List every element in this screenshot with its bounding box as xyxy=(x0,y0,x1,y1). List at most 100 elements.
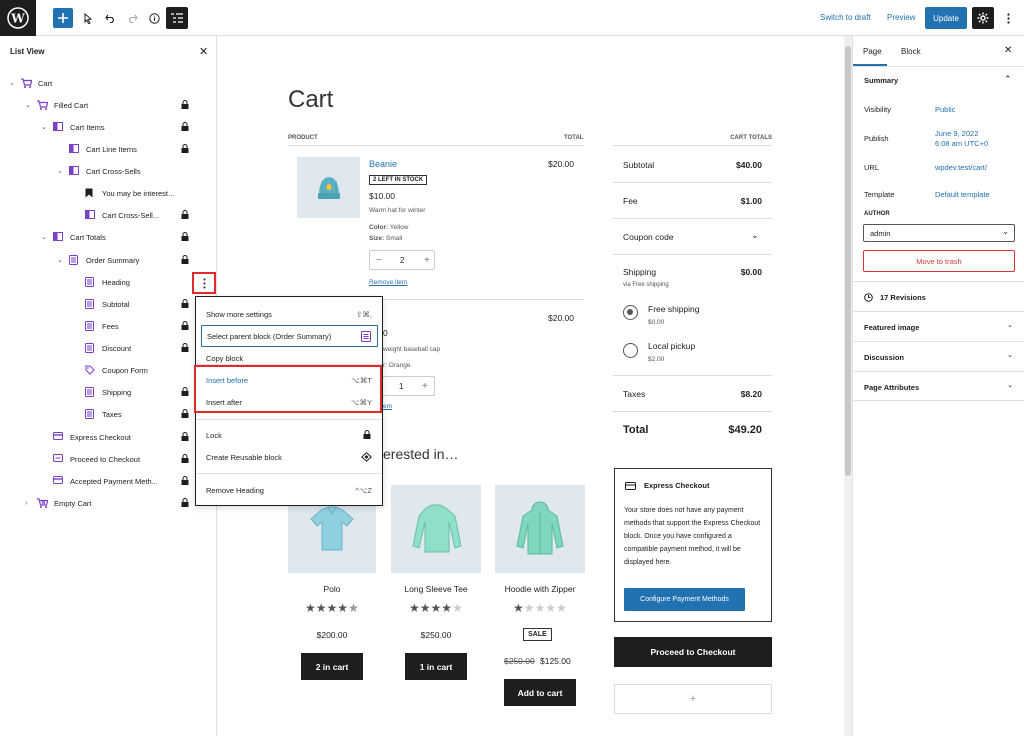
add-block-placeholder[interactable]: + xyxy=(614,684,772,714)
publish-date[interactable]: June 9, 2022 xyxy=(935,129,978,138)
page-title[interactable]: Cart xyxy=(288,86,333,114)
close-icon[interactable]: ✕ xyxy=(1004,45,1012,56)
list-view-item[interactable]: Heading xyxy=(0,271,217,293)
chevron-down-icon[interactable]: ⌄ xyxy=(9,79,15,87)
featured-image-section[interactable]: Featured image ⌄ xyxy=(853,311,1024,341)
redo-icon[interactable] xyxy=(124,8,140,28)
revisions-section[interactable]: 17 Revisions xyxy=(853,281,1024,311)
free-shipping-radio[interactable] xyxy=(623,305,638,320)
quantity-value[interactable]: 2 xyxy=(400,256,404,265)
list-view-item[interactable]: Subtotal xyxy=(0,293,217,315)
proceed-to-checkout-button[interactable]: Proceed to Checkout xyxy=(614,637,772,667)
add-to-cart-button[interactable]: Add to cart xyxy=(504,679,576,706)
publish-time[interactable]: 6:08 am UTC+0 xyxy=(935,139,988,148)
tab-page[interactable]: Page xyxy=(863,47,882,56)
featured-image-heading[interactable]: Featured image xyxy=(864,323,919,332)
menu-item-copy-block[interactable]: Copy block xyxy=(206,354,243,363)
template-value[interactable]: Default template xyxy=(935,190,990,199)
product-name-beanie[interactable]: Beanie xyxy=(369,159,397,169)
menu-item-select-parent[interactable]: Select parent block (Order Summary) xyxy=(201,325,378,347)
canvas-scrollbar[interactable] xyxy=(844,36,852,736)
details-info-icon[interactable] xyxy=(146,8,162,28)
list-view-item[interactable]: ⌄ Cart Items xyxy=(0,116,217,138)
menu-item-create-reusable[interactable]: Create Reusable block xyxy=(206,453,282,462)
list-view-item[interactable]: Express Checkout xyxy=(0,426,217,448)
chevron-up-icon[interactable]: ⌃ xyxy=(1004,74,1012,85)
wordpress-logo-icon[interactable]: W xyxy=(0,0,36,36)
visibility-value[interactable]: Public xyxy=(935,105,955,114)
url-value[interactable]: wpdev.test/cart/ xyxy=(935,163,987,172)
chevron-down-icon[interactable]: ⌄ xyxy=(1007,321,1013,329)
chevron-right-icon[interactable]: › xyxy=(25,500,27,507)
page-attributes-section[interactable]: Page Attributes ⌄ xyxy=(853,371,1024,401)
author-select[interactable]: admin ⌄ xyxy=(863,224,1015,242)
close-icon[interactable]: ✕ xyxy=(199,45,208,58)
list-view-item[interactable]: ⌄ Order Summary xyxy=(0,249,217,271)
chevron-down-icon[interactable]: ⌄ xyxy=(25,101,31,109)
summary-heading[interactable]: Summary xyxy=(864,76,898,85)
discussion-heading[interactable]: Discussion xyxy=(864,353,904,362)
list-view-item[interactable]: › Empty Cart xyxy=(0,492,217,514)
chevron-down-icon[interactable]: ⌄ xyxy=(57,256,63,264)
undo-icon[interactable] xyxy=(102,8,118,28)
list-view-item[interactable]: Accepted Payment Meth... xyxy=(0,470,217,492)
in-cart-button[interactable]: 1 in cart xyxy=(405,653,467,680)
more-options-icon[interactable] xyxy=(1002,8,1014,28)
scrollbar-thumb[interactable] xyxy=(845,46,851,476)
increment-button[interactable]: + xyxy=(422,381,428,392)
express-checkout-block[interactable]: Express Checkout Your store does not hav… xyxy=(614,468,772,622)
list-view-item[interactable]: ⌄ Cart Totals xyxy=(0,226,217,248)
chevron-down-icon[interactable]: ⌄ xyxy=(57,167,63,175)
configure-payment-methods-button[interactable]: Configure Payment Methods xyxy=(624,588,745,611)
move-to-trash-button[interactable]: Move to trash xyxy=(863,250,1015,272)
list-view-item[interactable]: ⌄ Filled Cart xyxy=(0,94,217,116)
remove-item-link[interactable]: em xyxy=(383,403,392,410)
chevron-down-icon[interactable]: ⌄ xyxy=(751,230,759,241)
quantity-stepper[interactable]: − 2 + xyxy=(369,250,435,270)
quantity-value[interactable]: 1 xyxy=(399,382,403,391)
select-tool-icon[interactable] xyxy=(80,8,96,28)
block-options-button[interactable] xyxy=(192,272,216,294)
free-shipping-label[interactable]: Free shipping xyxy=(648,304,700,314)
revisions-link[interactable]: 17 Revisions xyxy=(880,293,926,302)
update-button[interactable]: Update xyxy=(925,7,967,29)
menu-item-show-more-settings[interactable]: Show more settings xyxy=(206,310,272,319)
list-view-item[interactable]: Discount xyxy=(0,337,217,359)
coupon-code-toggle[interactable]: Coupon code xyxy=(623,232,674,242)
preview-link[interactable]: Preview xyxy=(887,13,915,22)
settings-gear-icon[interactable] xyxy=(972,7,994,29)
product-name[interactable]: Polo xyxy=(288,584,376,594)
switch-to-draft-link[interactable]: Switch to draft xyxy=(820,13,871,22)
menu-item-lock[interactable]: Lock xyxy=(206,431,222,440)
cross-sells-heading[interactable]: erested in… xyxy=(383,446,458,462)
chevron-down-icon[interactable]: ⌄ xyxy=(41,233,47,241)
chevron-down-icon[interactable]: ⌄ xyxy=(1007,381,1013,389)
add-block-icon[interactable] xyxy=(53,8,73,28)
list-view-item[interactable]: Fees xyxy=(0,315,217,337)
product-name[interactable]: Hoodie with Zipper xyxy=(495,584,585,594)
increment-button[interactable]: + xyxy=(424,255,430,266)
list-view-item[interactable]: Shipping xyxy=(0,381,217,403)
in-cart-button[interactable]: 2 in cart xyxy=(301,653,363,680)
list-view-item[interactable]: Coupon Form xyxy=(0,359,217,381)
cart-totals-heading[interactable]: CART TOTALS xyxy=(613,135,772,141)
list-view-item[interactable]: Taxes xyxy=(0,403,217,425)
list-view-item[interactable]: ⌄ Cart xyxy=(0,72,217,94)
list-view-item[interactable]: Cart Cross-Sell... xyxy=(0,204,217,226)
product-name[interactable]: Long Sleeve Tee xyxy=(391,584,481,594)
quantity-stepper[interactable]: 1 + xyxy=(383,376,435,396)
list-view-icon[interactable] xyxy=(166,7,188,29)
page-attributes-heading[interactable]: Page Attributes xyxy=(864,383,919,392)
tab-block[interactable]: Block xyxy=(901,47,921,56)
list-view-item[interactable]: Cart Line Items xyxy=(0,138,217,160)
list-view-item[interactable]: Proceed to Checkout xyxy=(0,448,217,470)
list-view-item[interactable]: ⌄ Cart Cross-Sells xyxy=(0,160,217,182)
chevron-down-icon[interactable]: ⌄ xyxy=(41,123,47,131)
local-pickup-radio[interactable] xyxy=(623,343,638,358)
menu-item-remove-heading[interactable]: Remove Heading xyxy=(206,486,264,495)
decrement-button[interactable]: − xyxy=(376,255,382,266)
remove-item-link[interactable]: Remove item xyxy=(369,279,407,286)
discussion-section[interactable]: Discussion ⌄ xyxy=(853,341,1024,371)
list-view-item[interactable]: You may be interest... xyxy=(0,182,217,204)
chevron-down-icon[interactable]: ⌄ xyxy=(1007,351,1013,359)
